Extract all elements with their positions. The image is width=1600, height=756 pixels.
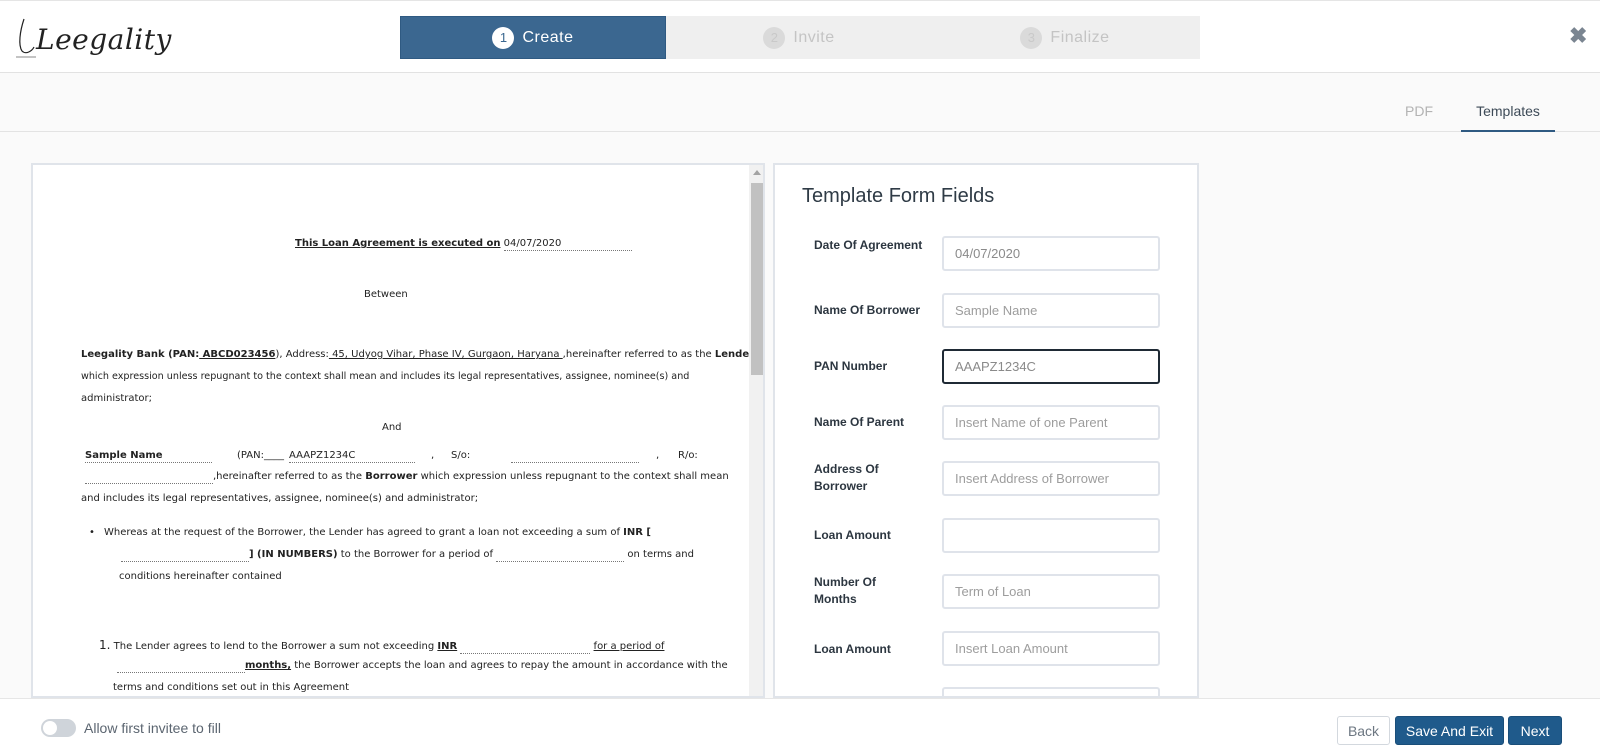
label-name-of-parent: Name Of Parent xyxy=(814,415,905,429)
doc-bullet-line2: ] (IN NUMBERS) to the Borrower for a per… xyxy=(121,549,694,562)
date-of-agreement-input[interactable] xyxy=(942,236,1160,271)
next-button[interactable]: Next xyxy=(1508,716,1562,745)
toggle-label: Allow first invitee to fill xyxy=(84,720,221,736)
close-icon[interactable]: ✖ xyxy=(1569,25,1587,47)
doc-text: to the Borrower for a period of xyxy=(340,549,494,560)
doc-inr: INR xyxy=(437,641,458,652)
step-number: 3 xyxy=(1020,26,1043,49)
doc-comma: , xyxy=(656,450,660,461)
doc-lender-line: Leegality Bank (PAN: ABCD023456), Addres… xyxy=(81,349,754,361)
top-header: Leegality 1 Create 2 Invite 3 Finalize ✖ xyxy=(0,0,1600,73)
label-number-of-months: Number Of Months xyxy=(814,575,877,606)
doc-date-field: 04/07/2020 xyxy=(503,238,632,251)
label-date-of-agreement: Date Of Agreement xyxy=(814,238,923,252)
progress-stepper: 1 Create 2 Invite 3 Finalize xyxy=(400,16,1200,59)
doc-lender-address: 45, Udyog Vihar, Phase IV, Gurgaon, Hary… xyxy=(328,349,563,360)
document-preview[interactable]: This Loan Agreement is executed on 04/07… xyxy=(31,163,765,698)
label-loan-amount-2: Loan Amount xyxy=(814,642,891,656)
label-address-of-borrower: Address Of Borrower xyxy=(814,462,879,493)
doc-pan-value: AAAPZ1234C xyxy=(289,450,415,463)
pan-number-input[interactable] xyxy=(942,349,1160,384)
doc-lender-line2: which expression unless repugnant to the… xyxy=(81,371,690,382)
number-of-months-input[interactable] xyxy=(942,574,1160,609)
scroll-up-arrow-icon[interactable] xyxy=(753,170,761,175)
footer-bar: Allow first invitee to fill Back Save An… xyxy=(0,698,1600,756)
doc-bullet-line3: conditions hereinafter contained xyxy=(119,571,282,582)
doc-text: ), Address: xyxy=(275,349,329,360)
template-form-panel: Template Form Fields Date Of Agreement N… xyxy=(773,163,1199,698)
name-of-borrower-input[interactable] xyxy=(942,293,1160,328)
doc-clause1-line2: months, the Borrower accepts the loan an… xyxy=(117,660,728,673)
back-button[interactable]: Back xyxy=(1337,716,1390,745)
doc-so-field xyxy=(511,450,639,463)
tab-templates[interactable]: Templates xyxy=(1461,103,1555,132)
doc-borrower-name-field: Sample Name xyxy=(85,450,212,463)
step-label: Finalize xyxy=(1050,28,1110,46)
tab-pdf[interactable]: PDF xyxy=(1405,103,1433,119)
label-pan-number: PAN Number xyxy=(814,359,888,373)
doc-text: the Borrower accepts the loan and agrees… xyxy=(294,660,728,671)
next-field-input[interactable] xyxy=(942,687,1160,696)
save-and-exit-button[interactable]: Save And Exit xyxy=(1395,716,1504,745)
doc-borrower-name: Sample Name xyxy=(85,450,212,463)
doc-borrower-line3: and includes its legal representatives, … xyxy=(81,493,479,504)
address-of-borrower-input[interactable] xyxy=(942,461,1160,496)
toggle-knob xyxy=(43,721,57,735)
doc-text: on terms and xyxy=(627,549,694,560)
doc-clause-number: 1. xyxy=(99,638,111,652)
doc-months: months, xyxy=(245,660,292,671)
label-name-of-borrower: Name Of Borrower xyxy=(814,303,921,317)
doc-pan-label: (PAN:____ xyxy=(237,450,284,461)
doc-borrower-word: Borrower xyxy=(365,471,418,482)
logo-text: Leegality xyxy=(36,23,172,56)
allow-first-invitee-toggle[interactable] xyxy=(41,719,76,737)
doc-text: Whereas at the request of the Borrower, … xyxy=(104,527,620,538)
scrollbar-thumb[interactable] xyxy=(751,183,763,375)
step-invite[interactable]: 2 Invite xyxy=(666,16,932,59)
doc-lender-line3: administrator; xyxy=(81,393,153,404)
doc-text: for a period of xyxy=(593,641,665,652)
doc-clause1-line3: terms and conditions set out in this Agr… xyxy=(113,682,350,693)
doc-in-numbers: ] (IN NUMBERS) xyxy=(249,549,338,560)
doc-clause1-line1: 1. The Lender agrees to lend to the Borr… xyxy=(99,639,664,654)
doc-pan-field: AAAPZ1234C xyxy=(289,450,415,463)
doc-text: ,hereinafter referred to as the xyxy=(562,349,712,360)
document-scrollbar[interactable] xyxy=(749,165,763,696)
doc-ro-label: R/o: xyxy=(678,450,698,461)
doc-comma: , xyxy=(431,450,435,461)
loan-amount-2-input[interactable] xyxy=(942,631,1160,666)
name-of-parent-input[interactable] xyxy=(942,405,1160,440)
doc-bullet-line1: • Whereas at the request of the Borrower… xyxy=(89,527,651,538)
doc-and: And xyxy=(382,422,402,433)
form-title: Template Form Fields xyxy=(802,185,995,207)
doc-text: The Lender agrees to lend to the Borrowe… xyxy=(113,641,435,652)
doc-borrower-line2: ,hereinafter referred to as the Borrower… xyxy=(85,471,729,484)
doc-text: ,hereinafter referred to as the xyxy=(213,471,363,482)
leegality-logo: Leegality xyxy=(14,11,171,61)
doc-lender-bank: Leegality Bank (PAN: xyxy=(81,349,200,360)
step-number: 1 xyxy=(492,26,515,49)
step-label: Invite xyxy=(793,28,835,46)
step-finalize[interactable]: 3 Finalize xyxy=(932,16,1198,59)
step-number: 2 xyxy=(763,26,786,49)
doc-lender-pan: ABCD023456 xyxy=(199,349,276,360)
step-label: Create xyxy=(522,28,574,46)
view-tabs-bar: PDF Templates xyxy=(0,73,1600,132)
step-create[interactable]: 1 Create xyxy=(400,16,666,59)
doc-between: Between xyxy=(364,289,408,300)
loan-amount-input[interactable] xyxy=(942,518,1160,553)
doc-title-line: This Loan Agreement is executed on 04/07… xyxy=(295,238,632,251)
label-loan-amount: Loan Amount xyxy=(814,528,891,542)
doc-inr: INR [ xyxy=(623,527,651,538)
doc-text: which expression unless repugnant to the… xyxy=(420,471,729,482)
doc-title: This Loan Agreement is executed on xyxy=(295,238,501,249)
doc-so-label: S/o: xyxy=(451,450,471,461)
